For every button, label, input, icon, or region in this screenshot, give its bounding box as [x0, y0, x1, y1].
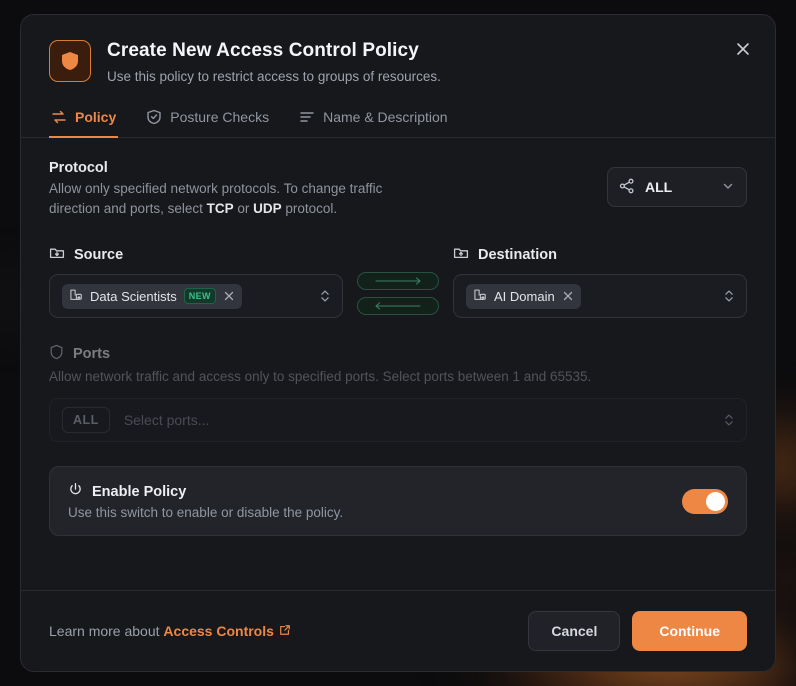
- destination-label-row: Destination: [453, 245, 747, 265]
- tab-posture-checks[interactable]: Posture Checks: [144, 103, 271, 138]
- dialog-header: Create New Access Control Policy Use thi…: [21, 15, 775, 85]
- destination-chip-remove-icon[interactable]: [562, 291, 573, 301]
- source-label-row: Source: [49, 245, 343, 265]
- access-controls-link[interactable]: Access Controls: [163, 623, 290, 639]
- source-chip-badge: NEW: [183, 288, 216, 305]
- continue-button[interactable]: Continue: [632, 611, 747, 651]
- ports-title-row: Ports: [49, 344, 747, 364]
- learn-more-text: Learn more about Access Controls: [49, 623, 291, 639]
- enable-policy-title: Enable Policy: [92, 483, 187, 500]
- protocol-description-line1: Allow only specified network protocols. …: [49, 181, 383, 197]
- page-title: Create New Access Control Policy: [107, 40, 419, 61]
- protocol-description: Allow only specified network protocols. …: [49, 179, 382, 219]
- close-icon[interactable]: [729, 35, 757, 63]
- shield-icon: [49, 40, 91, 82]
- destination-chip-label: AI Domain: [494, 288, 555, 304]
- protocol-title: Protocol: [49, 160, 108, 177]
- protocol-mid: or: [233, 201, 254, 217]
- external-link-icon: [279, 623, 291, 639]
- direction-backward-button[interactable]: [357, 297, 439, 316]
- folder-in-icon: [49, 245, 65, 265]
- source-chip-data-scientists[interactable]: Data Scientists NEW: [62, 283, 242, 309]
- dialog-footer: Learn more about Access Controls Cancel …: [21, 590, 775, 671]
- lines-icon: [299, 109, 315, 125]
- tab-policy-label: Policy: [75, 109, 117, 126]
- ports-description: Allow network traffic and access only to…: [49, 369, 592, 385]
- destination-label: Destination: [478, 247, 557, 264]
- access-controls-link-label: Access Controls: [163, 623, 274, 639]
- tab-policy[interactable]: Policy: [49, 103, 119, 139]
- share-nodes-icon: [619, 178, 635, 197]
- learn-more-prefix: Learn more about: [49, 623, 160, 639]
- tab-name-description[interactable]: Name & Description: [297, 103, 450, 138]
- protocol-select-value: ALL: [645, 179, 673, 196]
- dialog-body: Protocol Allow only specified network pr…: [21, 138, 775, 568]
- protocol-udp: UDP: [253, 201, 282, 217]
- toggle-knob: [706, 491, 725, 511]
- traffic-direction-controls: [357, 272, 439, 316]
- source-chip-remove-icon[interactable]: [223, 291, 234, 301]
- enable-policy-title-row: Enable Policy: [68, 482, 343, 501]
- tab-posture-checks-label: Posture Checks: [170, 109, 270, 126]
- peers-group-icon: [69, 288, 83, 305]
- tab-name-description-label: Name & Description: [323, 109, 448, 126]
- enable-policy-description: Use this switch to enable or disable the…: [68, 505, 344, 521]
- protocol-section: Protocol Allow only specified network pr…: [49, 160, 747, 219]
- source-updown-icon[interactable]: [318, 288, 332, 304]
- protocol-description-post: protocol.: [281, 201, 338, 217]
- destination-section: Destination AI Domain: [453, 245, 747, 319]
- protocol-select[interactable]: ALL: [607, 167, 747, 208]
- create-policy-dialog: Create New Access Control Policy Use thi…: [20, 14, 776, 672]
- source-section: Source Data Scientists NEW: [49, 245, 343, 319]
- source-chip-label: Data Scientists: [90, 288, 177, 304]
- source-input[interactable]: Data Scientists NEW: [49, 274, 343, 319]
- shield-outline-icon: [49, 344, 64, 364]
- destination-chip-ai-domain[interactable]: AI Domain: [466, 283, 581, 309]
- ports-input[interactable]: ALL Select ports...: [49, 398, 747, 443]
- dialog-tabs: Policy Posture Checks Name & Description: [21, 103, 775, 139]
- peers-group-icon: [473, 288, 487, 305]
- ports-title: Ports: [73, 346, 111, 363]
- direction-forward-button[interactable]: [357, 272, 439, 291]
- destination-updown-icon[interactable]: [722, 288, 736, 304]
- cancel-button[interactable]: Cancel: [528, 611, 621, 651]
- enable-policy-toggle[interactable]: [682, 488, 728, 514]
- dialog-subtitle: Use this policy to restrict access to gr…: [107, 68, 441, 84]
- enable-policy-section: Enable Policy Use this switch to enable …: [49, 466, 747, 537]
- protocol-tcp: TCP: [206, 201, 234, 217]
- transfer-icon: [51, 109, 67, 125]
- ports-all-chip: ALL: [62, 407, 110, 434]
- destination-input[interactable]: AI Domain: [453, 274, 747, 319]
- source-destination-row: Source Data Scientists NEW Destination A…: [49, 245, 747, 319]
- ports-section: Ports Allow network traffic and access o…: [49, 344, 747, 443]
- ports-placeholder: Select ports...: [123, 412, 210, 429]
- ports-updown-icon[interactable]: [722, 412, 736, 428]
- power-icon: [68, 482, 83, 501]
- protocol-description-pre: direction and ports, select: [49, 201, 207, 217]
- folder-out-icon: [453, 245, 469, 265]
- chevron-down-icon: [721, 179, 735, 196]
- source-label: Source: [74, 247, 124, 264]
- shield-check-icon: [146, 109, 162, 125]
